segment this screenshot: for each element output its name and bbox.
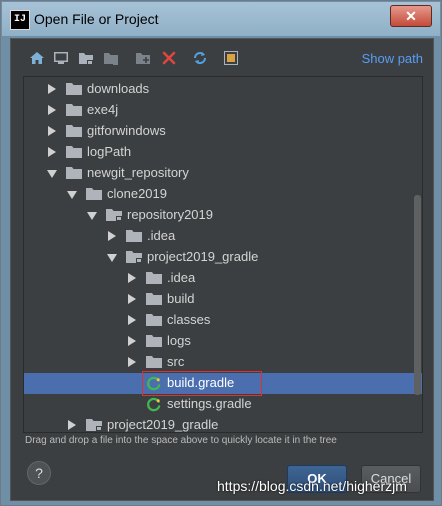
folder-icon [126, 230, 142, 242]
gradle-file-icon [147, 397, 161, 412]
show-path-link[interactable]: Show path [362, 51, 423, 66]
toolbar: Show path [11, 39, 433, 77]
tree-row[interactable]: project2019_gradle [24, 247, 422, 268]
tree-row[interactable]: downloads [24, 79, 422, 100]
tree-row-label: newgit_repository [87, 165, 189, 180]
collapsed-arrow-icon[interactable] [48, 105, 56, 115]
module-folder-icon [106, 209, 122, 221]
collapsed-arrow-icon[interactable] [48, 126, 56, 136]
desktop-icon[interactable] [53, 50, 69, 66]
tree-row-label: gitforwindows [87, 123, 166, 138]
annotation-highlight-box [142, 371, 262, 396]
folder-icon [66, 146, 82, 158]
tree-row[interactable]: repository2019 [24, 205, 422, 226]
new-folder-icon[interactable] [135, 50, 151, 66]
window-title: Open File or Project [34, 11, 159, 27]
collapsed-arrow-icon[interactable] [108, 231, 116, 241]
folder-icon [146, 272, 162, 284]
tree-row[interactable]: logs [24, 331, 422, 352]
tree-row-label: project2019_gradle [107, 417, 219, 432]
file-tree[interactable]: project2019_gradle settings.gradle build.g… [23, 76, 423, 433]
tree-row[interactable]: project2019_gradle [24, 415, 422, 432]
help-button[interactable]: ? [27, 461, 51, 485]
scrollbar-thumb[interactable] [414, 195, 421, 395]
tree-row[interactable]: build [24, 289, 422, 310]
collapsed-arrow-icon[interactable] [128, 294, 136, 304]
drag-drop-hint: Drag and drop a file into the space abov… [25, 435, 337, 446]
tree-row-label: classes [167, 312, 211, 327]
expanded-arrow-icon[interactable] [47, 170, 57, 178]
title-bar[interactable]: IJ Open File or Project ✕ [2, 2, 440, 36]
folder-icon [66, 167, 82, 179]
module-folder-icon [86, 419, 102, 431]
project-folder-icon[interactable] [78, 50, 94, 66]
tree-row-label: repository2019 [127, 207, 213, 222]
tree-row[interactable]: exe4j [24, 100, 422, 121]
tree-row[interactable]: classes [24, 310, 422, 331]
tree-row[interactable]: .idea [24, 226, 422, 247]
collapsed-arrow-icon[interactable] [48, 147, 56, 157]
collapsed-arrow-icon[interactable] [128, 336, 136, 346]
collapsed-arrow-icon[interactable] [128, 357, 136, 367]
close-button[interactable]: ✕ [390, 5, 432, 27]
expanded-arrow-icon[interactable] [87, 212, 97, 220]
expanded-arrow-icon[interactable] [67, 191, 77, 199]
home-icon[interactable] [29, 50, 45, 66]
delete-icon[interactable] [161, 50, 177, 66]
folder-icon [146, 335, 162, 347]
tree-row[interactable]: settings.gradle [24, 394, 422, 415]
dialog-body: Show path project2019_gradle settings.gra… [10, 38, 434, 501]
tree-row[interactable]: logPath [24, 142, 422, 163]
tree-row-label: build [167, 291, 195, 306]
watermark-text: https://blog.csdn.net/higherzjm [217, 478, 407, 494]
tree-row-label: project2019_gradle [147, 249, 259, 264]
folder-icon [146, 356, 162, 368]
folder-icon [66, 125, 82, 137]
folder-icon [66, 83, 82, 95]
collapsed-arrow-icon[interactable] [48, 84, 56, 94]
module-folder-icon[interactable] [103, 50, 119, 66]
intellij-logo-icon: IJ [10, 10, 30, 30]
tree-row-label: .idea [147, 228, 176, 243]
tree-row[interactable]: newgit_repository [24, 163, 422, 184]
folder-icon [66, 104, 82, 116]
tree-row[interactable]: src [24, 352, 422, 373]
tree-row[interactable]: clone2019 [24, 184, 422, 205]
dialog-window: IJ Open File or Project ✕ Show path proj… [0, 0, 442, 506]
tree-row-label: exe4j [87, 102, 119, 117]
collapsed-arrow-icon[interactable] [128, 315, 136, 325]
tree-row-label: .idea [167, 270, 196, 285]
module-folder-icon [126, 251, 142, 263]
expanded-arrow-icon[interactable] [107, 254, 117, 262]
tree-scrollbar[interactable] [412, 77, 422, 432]
tree-row[interactable]: gitforwindows [24, 121, 422, 142]
folder-icon [146, 293, 162, 305]
tree-row[interactable]: .idea [24, 268, 422, 289]
folder-icon [86, 188, 102, 200]
tree-row-label: clone2019 [107, 186, 167, 201]
tree-row-label: settings.gradle [167, 396, 252, 411]
show-hidden-icon[interactable] [223, 50, 239, 66]
refresh-icon[interactable] [192, 50, 208, 66]
tree-row-label: src [167, 354, 185, 369]
tree-row-label: downloads [87, 81, 150, 96]
collapsed-arrow-icon[interactable] [68, 420, 76, 430]
folder-icon [146, 314, 162, 326]
collapsed-arrow-icon[interactable] [128, 273, 136, 283]
tree-row-label: logs [167, 333, 191, 348]
tree-row-label: logPath [87, 144, 132, 159]
